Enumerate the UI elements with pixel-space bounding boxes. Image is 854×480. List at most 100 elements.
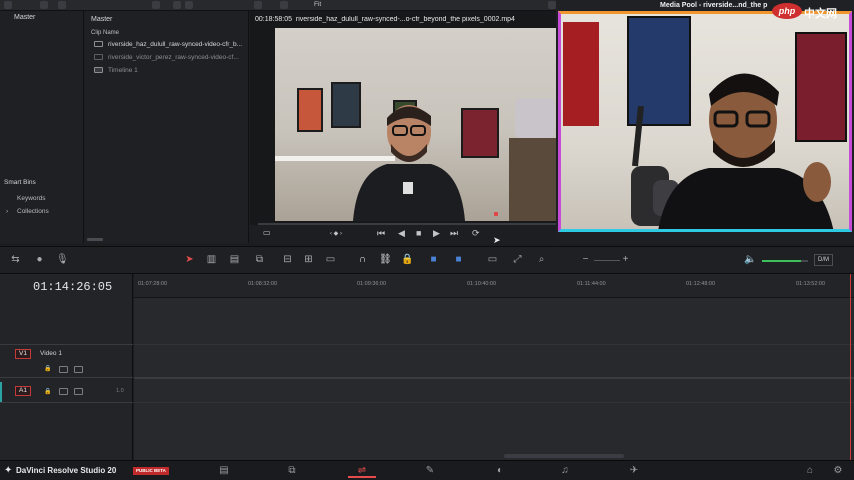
source-viewer-title: Media Pool - riverside...nd_the p [660, 2, 768, 9]
play-button[interactable]: ▶ [433, 228, 440, 239]
expand-collections-icon[interactable]: › [6, 208, 8, 215]
track-enable-icon[interactable] [74, 366, 83, 373]
audio-channel-label: 1.0 [116, 388, 124, 394]
stop-button[interactable]: ■ [416, 228, 421, 238]
sort-icon[interactable] [173, 1, 181, 9]
track-lane-divider [134, 344, 854, 345]
source-toggle-icon[interactable] [548, 1, 556, 9]
a1-track-badge[interactable]: A1 [15, 386, 31, 396]
master-bin[interactable]: Master [0, 11, 84, 25]
ruler-tick: 01:13:52:00 [796, 281, 826, 287]
fairlight-page-icon[interactable]: ♫ [553, 464, 577, 478]
insert-clip-icon[interactable]: ⊟ [282, 255, 293, 265]
deliver-page-icon[interactable]: ✈ [622, 464, 646, 478]
search-icon[interactable] [185, 1, 193, 9]
ruler-tick: 01:09:36:00 [357, 281, 387, 287]
timeline-icon [94, 67, 103, 73]
track-lock-icon[interactable]: 🔒 [44, 365, 53, 372]
timeline-timecode[interactable]: 01:14:26:05 [33, 280, 112, 294]
detail-zoom-icon[interactable]: ⤢ [512, 255, 523, 265]
viewer-title: 00:18:58:05 riverside_haz_dulull_raw-syn… [255, 16, 515, 23]
edit-page-icon[interactable]: ⇌ [348, 464, 376, 478]
auto-select-icon[interactable] [59, 388, 68, 395]
media-pool-clip[interactable]: riverside_victor_perez_raw-synced-video-… [94, 54, 248, 65]
flag-icon[interactable]: ■ [428, 255, 439, 265]
timeline-canvas[interactable]: 01:07:28:00 01:08:32:00 01:09:36:00 01:1… [134, 274, 854, 460]
volume-slider[interactable] [762, 260, 808, 262]
audio-track-color [0, 382, 2, 402]
video-frame[interactable] [275, 28, 556, 221]
layout-icon[interactable] [40, 1, 48, 9]
blade-tool-icon[interactable]: ⧉ [254, 255, 265, 265]
poster-image [297, 88, 323, 132]
viewer-mode-icon[interactable]: ▭ [263, 228, 271, 237]
fusion-page-icon[interactable]: ✎ [418, 464, 442, 478]
dim-mute-button[interactable]: D/M [814, 254, 833, 266]
smart-bin-collections[interactable]: Collections [17, 208, 49, 215]
zoom-in-icon[interactable]: + [620, 255, 631, 265]
replace-clip-icon[interactable]: ▭ [325, 255, 336, 265]
solo-icon[interactable] [74, 388, 83, 395]
trim-tool-icon[interactable]: ▥ [206, 255, 217, 265]
video-track-name[interactable]: Video 1 [40, 350, 62, 357]
view-mode-icon[interactable] [58, 1, 66, 9]
jog-control[interactable]: ‹ ◆ › [330, 230, 342, 237]
transport-controls: ▭ ‹ ◆ › ⏮ ◀ ■ ▶ ⏭ ⟳ ➤ [250, 225, 556, 245]
linked-selection-icon[interactable]: ⛓ [379, 255, 392, 265]
horizontal-scrollbar[interactable] [87, 238, 103, 241]
timeline-scrollbar[interactable] [504, 454, 624, 458]
source-transport-bar [556, 232, 854, 243]
track-headers: 01:14:26:05 V1 Video 1 🔒 A1 🔒 1.0 [0, 274, 133, 460]
zoom-out-icon[interactable]: − [580, 255, 591, 265]
media-pool-clip[interactable]: riverside_haz_dulull_raw-synced-video-cf… [94, 41, 248, 52]
zoom-slider[interactable] [594, 260, 620, 261]
mic-icon[interactable]: 🎙 [56, 255, 69, 265]
playhead-marker[interactable] [494, 212, 498, 216]
settings-gear-icon[interactable]: ⚙ [826, 464, 850, 478]
volume-icon[interactable]: 🔈 [744, 255, 756, 265]
viewer-options-icon[interactable] [254, 1, 262, 9]
audio-meter-icon[interactable]: ● [34, 255, 45, 265]
play-reverse-button[interactable]: ◀ [398, 228, 405, 239]
video-audio-divider [134, 377, 854, 379]
loop-button[interactable]: ⟳ [472, 228, 480, 239]
zoom-fit-dropdown[interactable]: Fit [314, 1, 321, 8]
webcam-overlay[interactable] [558, 11, 852, 232]
media-pool-clip[interactable]: Timeline 1 [94, 67, 248, 78]
list-view-icon[interactable] [152, 1, 160, 9]
zoom-search-icon[interactable]: ⌕ [536, 255, 547, 265]
zoom-icon[interactable] [280, 1, 288, 9]
timeline-playhead[interactable] [850, 274, 851, 460]
timeline-toolbar: ⇆ ● 🎙 ➤ ▥ ▤ ⧉ ⊟ ⊞ ▭ ∩ ⛓ 🔒 ■ ■ ▭ ⤢ ⌕ − + … [0, 246, 854, 274]
cut-page-icon[interactable]: ⧉ [280, 464, 304, 478]
page-navigation-bar: ✦ DaVinci Resolve Studio 20 PUBLIC BETA … [0, 460, 854, 480]
position-lock-icon[interactable]: 🔒 [401, 255, 413, 265]
dynamic-trim-icon[interactable]: ▤ [229, 255, 240, 265]
color-page-icon[interactable]: ◐ [488, 464, 512, 478]
auto-select-icon[interactable] [59, 366, 68, 373]
poster-image [563, 22, 599, 126]
track-divider [0, 377, 133, 378]
mouse-cursor-icon: ➤ [493, 235, 501, 245]
selection-tool-icon[interactable]: ➤ [184, 255, 195, 265]
panel-toggle-icon[interactable] [4, 1, 12, 9]
timeline-fit-icon[interactable]: ▭ [487, 255, 498, 265]
smart-bin-keywords[interactable]: Keywords [17, 195, 46, 202]
source-viewer-panel: Media Pool - riverside...nd_the p [556, 0, 854, 243]
marker-icon[interactable]: ■ [453, 255, 464, 265]
track-lock-icon[interactable]: 🔒 [44, 388, 53, 395]
home-icon[interactable]: ⌂ [798, 464, 822, 478]
clip-name-column[interactable]: Clip Name [91, 30, 119, 36]
media-page-icon[interactable]: ▤ [212, 464, 236, 478]
go-to-start-button[interactable]: ⏮ [377, 228, 385, 239]
video-clip-icon [94, 41, 103, 47]
go-to-end-button[interactable]: ⏭ [450, 228, 458, 239]
timeline-view-options-icon[interactable]: ⇆ [10, 255, 21, 265]
snapping-icon[interactable]: ∩ [357, 255, 368, 265]
smart-bins-header[interactable]: Smart Bins [4, 179, 36, 186]
v1-track-badge[interactable]: V1 [15, 349, 31, 359]
timeline-ruler[interactable]: 01:07:28:00 01:08:32:00 01:09:36:00 01:1… [134, 274, 854, 298]
php-cn-watermark-logo: php 中文网 [772, 2, 854, 20]
overwrite-clip-icon[interactable]: ⊞ [303, 255, 314, 265]
ruler-tick: 01:11:44:00 [577, 281, 606, 287]
